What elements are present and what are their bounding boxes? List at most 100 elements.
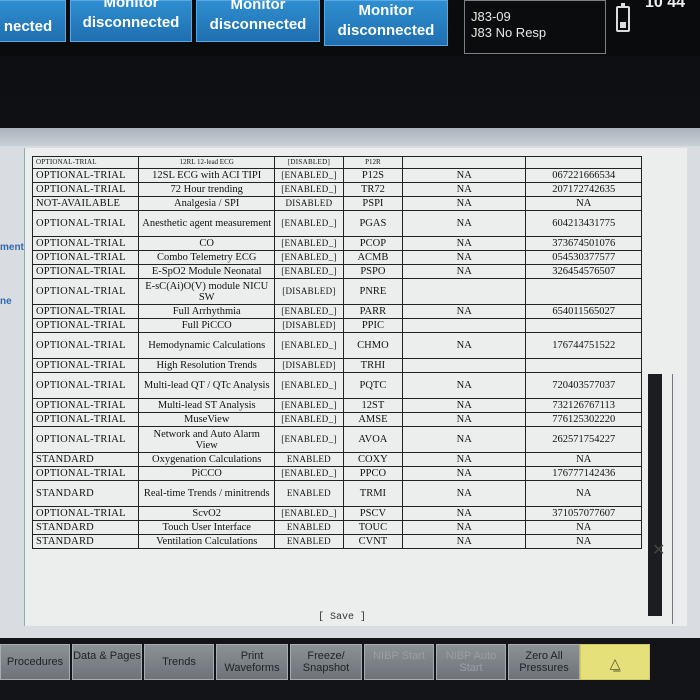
patient-status-box[interactable]: J83-09 J83 No Resp [464, 0, 606, 54]
cell-field: NA [402, 210, 527, 237]
cell-code: PARR [342, 304, 404, 319]
cell-code: PSPI [342, 196, 404, 211]
cell-code: COXY [342, 452, 404, 467]
clock: 10 44 [645, 0, 686, 11]
cell-status: OPTIONAL-TRIAL [31, 318, 140, 333]
monitor-tile-4[interactable]: Monitor disconnected [324, 0, 448, 46]
cell-key [525, 156, 642, 169]
cell-status: STANDARD [31, 520, 140, 535]
table-row[interactable]: STANDARD Real-time Trends / minitrends ENA… [31, 480, 642, 507]
cell-option: Touch User Interface [138, 520, 276, 535]
cell-state: [ENABLED_] [274, 168, 344, 183]
cell-key: 720403577037 [525, 372, 642, 399]
cell-state: [ENABLED_] [274, 236, 344, 251]
cell-status: OPTIONAL-TRIAL [31, 332, 140, 359]
cell-option: Real-time Trends / minitrends [138, 480, 276, 507]
cell-key: 371057077607 [525, 506, 642, 521]
cell-key: 326454576507 [525, 264, 642, 279]
table-row[interactable]: OPTIONAL-TRIAL Network and Auto Alarm Vie… [31, 426, 642, 453]
cell-key: 067221666534 [525, 168, 642, 183]
cell-option: 12RL 12-lead ECG [138, 156, 276, 169]
monitor-tile-2[interactable]: Monitor disconnected [70, 0, 192, 42]
monitor-tile-1[interactable]: nected [0, 0, 66, 42]
cell-status: OPTIONAL-TRIAL [31, 372, 140, 399]
cell-key: 207172742635 [525, 182, 642, 197]
table-row[interactable]: NOT-AVAILABLE Analgesia / SPI DISABLED PSPI… [31, 196, 642, 211]
cell-status: OPTIONAL-TRIAL [31, 210, 140, 237]
cell-field: NA [402, 426, 527, 453]
cell-state: [ENABLED_] [274, 506, 344, 521]
cell-option: ScvO2 [138, 506, 276, 521]
table-row[interactable]: OPTIONAL-TRIAL Multi-lead ST Analysis [ENA… [31, 398, 642, 413]
cell-option: E-SpO2 Module Neonatal [138, 264, 276, 279]
cell-code: PSPO [342, 264, 404, 279]
softkey-4[interactable]: Print Waveforms [216, 644, 288, 680]
cell-status: STANDARD [31, 452, 140, 467]
cell-option: Combo Telemetry ECG [138, 250, 276, 265]
cell-field: NA [402, 466, 527, 481]
cell-code: PSCV [342, 506, 404, 521]
cell-code: PPCO [342, 466, 404, 481]
table-row[interactable]: OPTIONAL-TRIAL E-sC(Ai)O(V) module NICU S… [31, 278, 642, 305]
save-button[interactable]: [ Save ] [318, 612, 366, 623]
cell-status: OPTIONAL-TRIAL [31, 506, 140, 521]
cell-status: OPTIONAL-TRIAL [31, 466, 140, 481]
cell-state: ENABLED [274, 452, 344, 467]
table-row: OPTIONAL-TRIAL 12RL 12-lead ECG [DISABLE… [31, 156, 642, 169]
softkey-2[interactable]: Data & Pages [72, 644, 142, 680]
cell-state: [DISABLED] [274, 358, 344, 373]
softkey-7[interactable]: NIBP Auto Start [436, 644, 506, 680]
table-row[interactable]: OPTIONAL-TRIAL CO [ENABLED_] PCOP NA 37367450… [31, 236, 642, 251]
table-row[interactable]: OPTIONAL-TRIAL Anesthetic agent measureme… [31, 210, 642, 237]
alarm-silence-button[interactable]: △̲ [580, 644, 650, 680]
tile-line1: Monitor [358, 2, 414, 19]
table-row[interactable]: OPTIONAL-TRIAL ScvO2 [ENABLED_] PSCV NA 37105… [31, 506, 642, 521]
tile-line1: Monitor [230, 0, 286, 13]
cell-code: PPIC [342, 318, 404, 333]
cell-status: OPTIONAL-TRIAL [31, 412, 140, 427]
table-row[interactable]: OPTIONAL-TRIAL High Resolution Trends [DIS… [31, 358, 642, 373]
table-row[interactable]: STANDARD Oxygenation Calculations ENABLED C… [31, 452, 642, 467]
softkey-1[interactable]: Procedures [0, 644, 70, 680]
table-row[interactable]: OPTIONAL-TRIAL PiCCO [ENABLED_] PPCO NA 17677… [31, 466, 642, 481]
cell-state: [ENABLED_] [274, 304, 344, 319]
softkey-3[interactable]: Trends [144, 644, 214, 680]
cell-field: NA [402, 520, 527, 535]
options-table-wrap: OPTIONAL-TRIAL 12RL 12-lead ECG [DISABLE… [31, 156, 680, 549]
table-row[interactable]: OPTIONAL-TRIAL Combo Telemetry ECG [ENABLE… [31, 250, 642, 265]
scrollbar-track[interactable] [672, 374, 679, 624]
cell-key: 373674501076 [525, 236, 642, 251]
table-row[interactable]: OPTIONAL-TRIAL 72 Hour trending [ENABLED_]… [31, 182, 642, 197]
cell-state: ENABLED [274, 480, 344, 507]
cell-code: TR72 [342, 182, 404, 197]
softkey-6[interactable]: NIBP Start [364, 644, 434, 680]
table-row[interactable]: OPTIONAL-TRIAL Full PiCCO [DISABLED] PPIC [31, 318, 642, 333]
table-row[interactable]: OPTIONAL-TRIAL 12SL ECG with ACI TIPI [ENA… [31, 168, 642, 183]
cell-option: Full PiCCO [138, 318, 276, 333]
side-label-1[interactable]: ment [0, 242, 24, 253]
table-row[interactable]: OPTIONAL-TRIAL MuseView [ENABLED_] AMSE NA 77… [31, 412, 642, 427]
status-line1: J83-09 [471, 9, 511, 24]
table-row[interactable]: STANDARD Touch User Interface ENABLED TOUC N… [31, 520, 642, 535]
cell-code: PGAS [342, 210, 404, 237]
cell-option: Full Arrhythmia [138, 304, 276, 319]
cell-status: OPTIONAL-TRIAL [31, 398, 140, 413]
cell-key: 732126767113 [525, 398, 642, 413]
cell-option: Hemodynamic Calculations [138, 332, 276, 359]
cell-key: NA [525, 196, 642, 211]
table-row[interactable]: OPTIONAL-TRIAL Hemodynamic Calculations [E… [31, 332, 642, 359]
table-row[interactable]: OPTIONAL-TRIAL Multi-lead QT / QTc Analys… [31, 372, 642, 399]
table-row[interactable]: OPTIONAL-TRIAL E-SpO2 Module Neonatal [ENA… [31, 264, 642, 279]
cell-option: Oxygenation Calculations [138, 452, 276, 467]
cell-code: TRMI [342, 480, 404, 507]
close-icon[interactable]: ✕ [652, 540, 665, 560]
cell-key: NA [525, 480, 642, 507]
scrollbar-thumb[interactable] [648, 374, 662, 616]
side-label-2[interactable]: ne [0, 296, 12, 307]
softkey-8[interactable]: Zero All Pressures [508, 644, 580, 680]
monitor-tile-3[interactable]: Monitor disconnected [196, 0, 320, 42]
table-row[interactable]: OPTIONAL-TRIAL Full Arrhythmia [ENABLED_] P… [31, 304, 642, 319]
cell-state: [ENABLED_] [274, 264, 344, 279]
table-row[interactable]: STANDARD Ventilation Calculations ENABLED C… [31, 534, 642, 549]
softkey-5[interactable]: Freeze/ Snapshot [290, 644, 362, 680]
